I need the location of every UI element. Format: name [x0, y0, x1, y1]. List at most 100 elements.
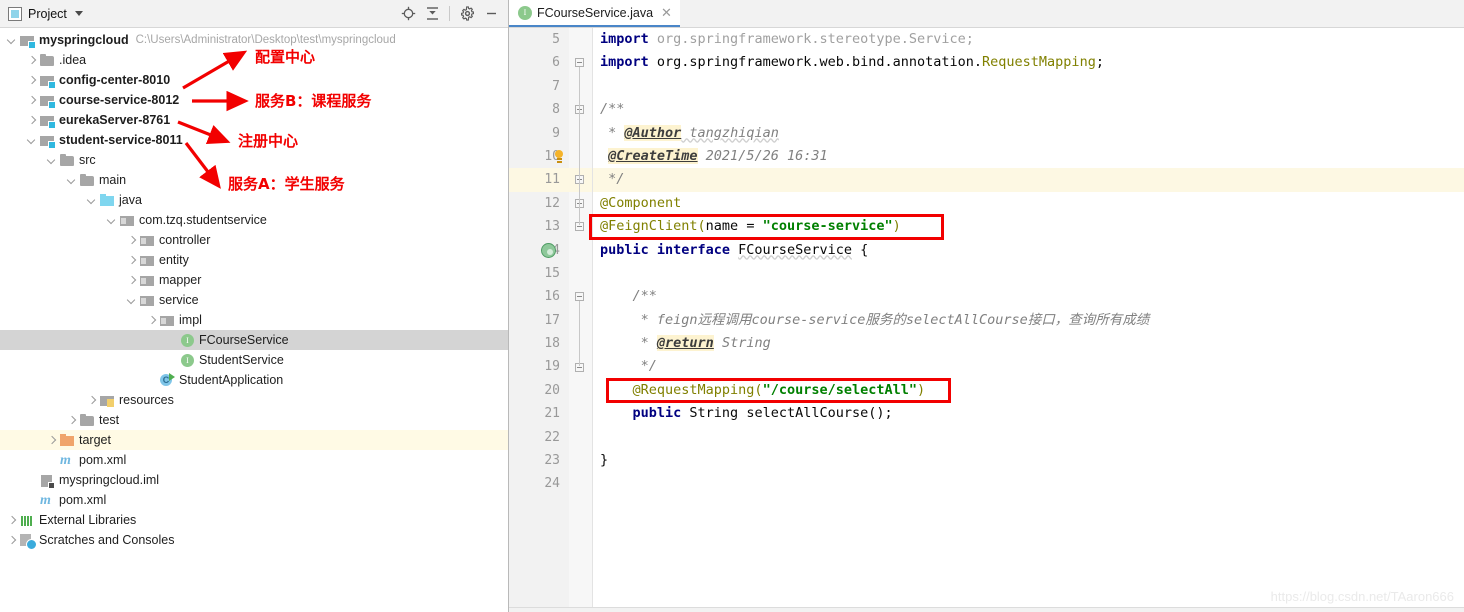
- chevron-right-icon[interactable]: [26, 75, 37, 86]
- fold-toggle-icon[interactable]: [575, 58, 584, 68]
- gear-icon[interactable]: [456, 3, 478, 25]
- tree-row-config-center-8010[interactable]: config-center-8010: [0, 70, 508, 90]
- chevron-down-icon[interactable]: [26, 135, 37, 146]
- editor-pane: FCourseService.java ✕ 567891011121314151…: [509, 0, 1464, 612]
- tree-row-pom-xml[interactable]: pom.xml: [0, 450, 508, 470]
- tree-row-label: java: [119, 193, 142, 207]
- code-line[interactable]: [593, 262, 1464, 285]
- code-line[interactable]: /**: [593, 98, 1464, 121]
- tree-row-src[interactable]: src: [0, 150, 508, 170]
- chevron-right-icon[interactable]: [26, 115, 37, 126]
- code-line[interactable]: * @Author tangzhiqian: [593, 122, 1464, 145]
- chevron-right-icon[interactable]: [6, 515, 17, 526]
- toolbar-separator: [449, 6, 450, 21]
- tree-row-label: resources: [119, 393, 174, 407]
- chevron-down-icon[interactable]: [126, 295, 137, 306]
- tree-row-main[interactable]: main: [0, 170, 508, 190]
- code-line[interactable]: */: [593, 355, 1464, 378]
- tree-row-fcourseservice[interactable]: FCourseService: [0, 330, 508, 350]
- minimize-icon[interactable]: [480, 3, 502, 25]
- code-line[interactable]: public String selectAllCourse();: [593, 402, 1464, 425]
- code-editor[interactable]: 56789101112131415161718192021222324 impo…: [509, 28, 1464, 612]
- code-line[interactable]: * feign远程调用course-service服务的selectAllCou…: [593, 309, 1464, 332]
- chevron-down-icon[interactable]: [46, 155, 57, 166]
- fold-toggle-icon[interactable]: [575, 292, 584, 302]
- code-line[interactable]: }: [593, 449, 1464, 472]
- code-line[interactable]: */: [593, 168, 1464, 192]
- tree-row-myspringcloud[interactable]: myspringcloud C:\Users\Administrator\Desk…: [0, 30, 508, 50]
- tree-row-pom-xml[interactable]: pom.xml: [0, 490, 508, 510]
- chevron-right-icon[interactable]: [26, 95, 37, 106]
- tree-row-eurekaserver-8761[interactable]: eurekaServer-8761: [0, 110, 508, 130]
- chevron-right-icon[interactable]: [46, 435, 57, 446]
- tree-row-resources[interactable]: resources: [0, 390, 508, 410]
- tab-fcourseservice-java[interactable]: FCourseService.java ✕: [509, 0, 680, 27]
- tree-row-studentapplication[interactable]: StudentApplication: [0, 370, 508, 390]
- line-number: 5: [552, 32, 560, 47]
- tree-row-course-service-8012[interactable]: course-service-8012: [0, 90, 508, 110]
- code-line[interactable]: [593, 75, 1464, 98]
- tree-row-com-tzq-studentservice[interactable]: com.tzq.studentservice: [0, 210, 508, 230]
- project-tree[interactable]: myspringcloud C:\Users\Administrator\Desk…: [0, 28, 508, 612]
- tree-row-student-service-8011[interactable]: student-service-8011: [0, 130, 508, 150]
- tree-row-idea[interactable]: .idea: [0, 50, 508, 70]
- chevron-down-icon[interactable]: [106, 215, 117, 226]
- module-folder-icon: [40, 133, 56, 149]
- code-line[interactable]: public interface FCourseService {: [593, 239, 1464, 262]
- code-folding-gutter[interactable]: [569, 28, 593, 612]
- tree-row-studentservice[interactable]: StudentService: [0, 350, 508, 370]
- locate-target-icon[interactable]: [397, 3, 419, 25]
- tree-row-external-libraries[interactable]: External Libraries: [0, 510, 508, 530]
- line-number: 23: [544, 453, 560, 469]
- interface-icon: [180, 353, 195, 368]
- code-line[interactable]: @FeignClient(name = "course-service"): [593, 215, 1464, 238]
- fold-slot: [569, 122, 592, 145]
- chevron-right-icon[interactable]: [126, 235, 137, 246]
- code-line[interactable]: @RequestMapping("/course/selectAll"): [593, 379, 1464, 402]
- tree-row-target[interactable]: target: [0, 430, 508, 450]
- tree-row-controller[interactable]: controller: [0, 230, 508, 250]
- code-line[interactable]: import org.springframework.web.bind.anno…: [593, 51, 1464, 74]
- code-line[interactable]: * @return String: [593, 332, 1464, 355]
- folder-icon: [80, 413, 95, 428]
- chevron-right-icon[interactable]: [66, 415, 77, 426]
- code-line[interactable]: @Component: [593, 192, 1464, 215]
- tree-row-myspringcloud-iml[interactable]: myspringcloud.iml: [0, 470, 508, 490]
- code-line[interactable]: [593, 426, 1464, 449]
- chevron-right-icon[interactable]: [146, 315, 157, 326]
- spring-bean-gutter-icon[interactable]: [541, 242, 556, 258]
- target-folder-icon: [60, 433, 75, 448]
- code-line[interactable]: import org.springframework.stereotype.Se…: [593, 28, 1464, 51]
- tree-row-scratches-and-consoles[interactable]: Scratches and Consoles: [0, 530, 508, 550]
- chevron-right-icon[interactable]: [26, 55, 37, 66]
- intention-bulb-icon[interactable]: [553, 150, 565, 162]
- line-number-gutter: 56789101112131415161718192021222324: [509, 28, 569, 612]
- code-line[interactable]: /**: [593, 285, 1464, 308]
- tree-row-label: External Libraries: [39, 513, 137, 527]
- tree-row-service[interactable]: service: [0, 290, 508, 310]
- tree-row-path: C:\Users\Administrator\Desktop\test\mysp…: [135, 34, 396, 46]
- tree-row-java[interactable]: java: [0, 190, 508, 210]
- chevron-right-icon[interactable]: [86, 395, 97, 406]
- collapse-all-icon[interactable]: [421, 3, 443, 25]
- chevron-right-icon[interactable]: [126, 275, 137, 286]
- close-icon[interactable]: ✕: [661, 6, 672, 19]
- code-line[interactable]: [593, 472, 1464, 495]
- chevron-down-icon[interactable]: [74, 11, 83, 16]
- chevron-down-icon[interactable]: [66, 175, 77, 186]
- tree-row-impl[interactable]: impl: [0, 310, 508, 330]
- tree-row-test[interactable]: test: [0, 410, 508, 430]
- tree-row-label: main: [99, 173, 127, 187]
- chevron-right-icon[interactable]: [126, 255, 137, 266]
- chevron-right-icon[interactable]: [6, 535, 17, 546]
- code-line[interactable]: @CreateTime 2021/5/26 16:31: [593, 145, 1464, 168]
- tree-row-mapper[interactable]: mapper: [0, 270, 508, 290]
- tree-row-entity[interactable]: entity: [0, 250, 508, 270]
- chevron-down-icon[interactable]: [86, 195, 97, 206]
- line-number: 13: [544, 219, 560, 235]
- chevron-down-icon[interactable]: [6, 35, 17, 46]
- line-number: 11: [509, 168, 569, 192]
- package-icon: [140, 233, 155, 248]
- code-content[interactable]: import org.springframework.stereotype.Se…: [593, 28, 1464, 612]
